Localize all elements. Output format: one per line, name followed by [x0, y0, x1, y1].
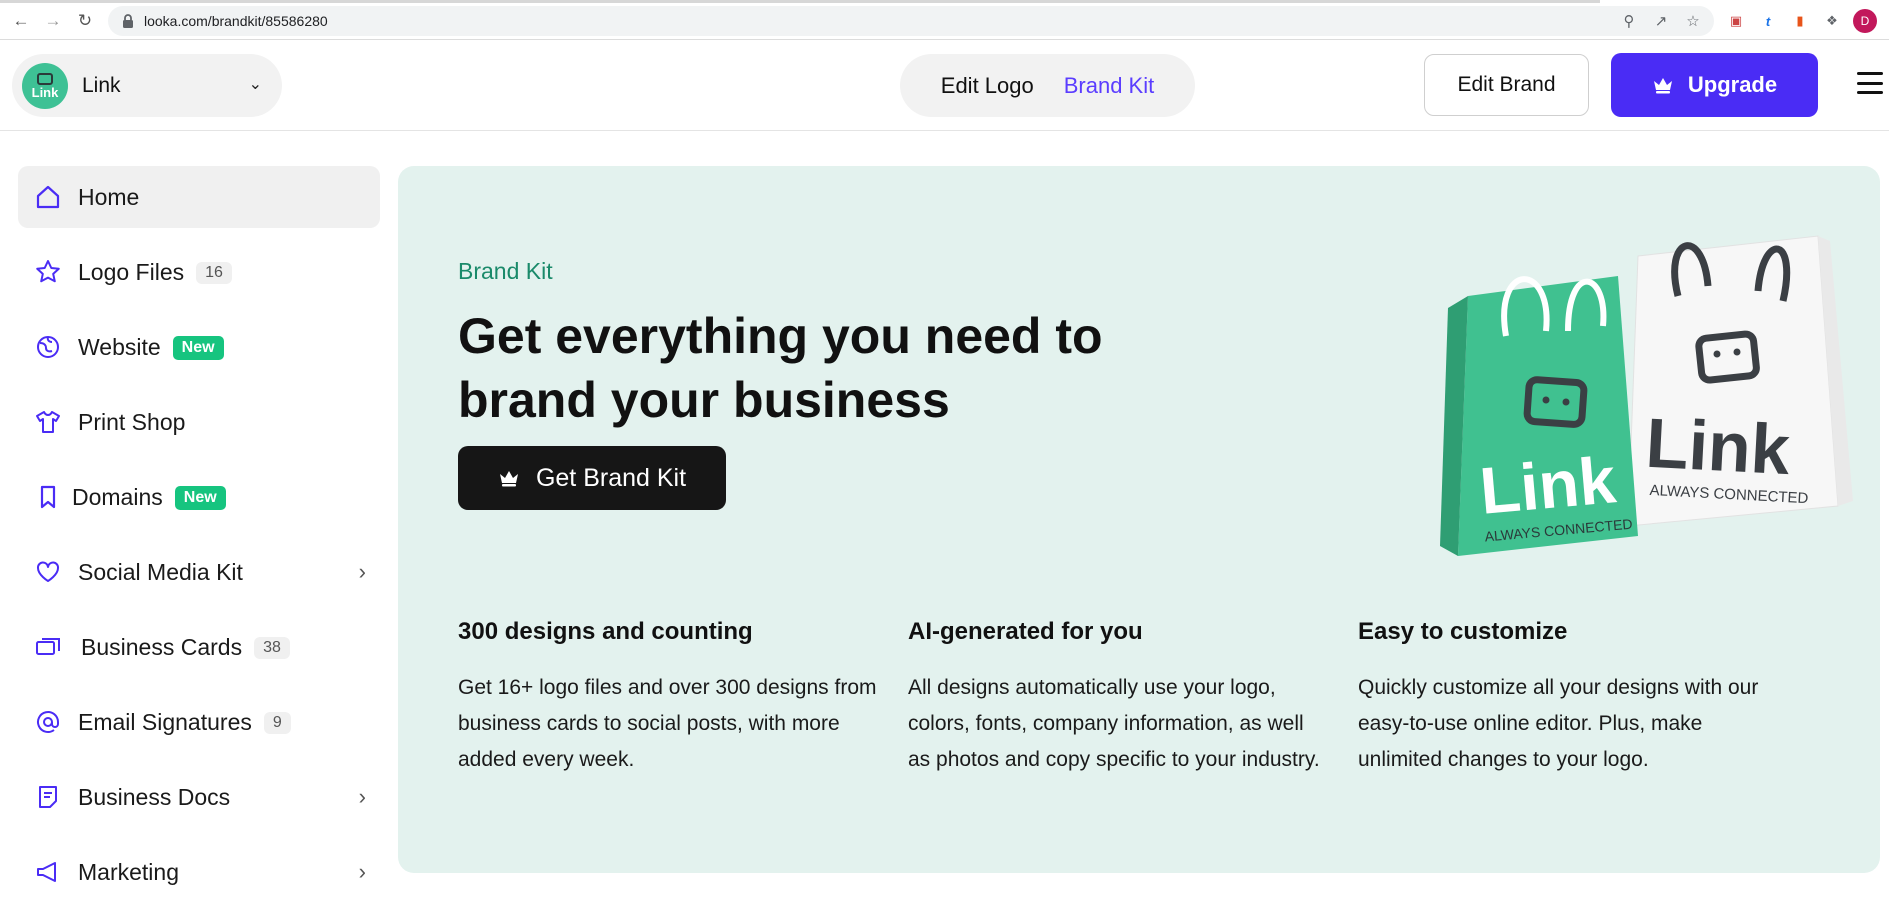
extension-t-icon[interactable]: t: [1757, 10, 1779, 32]
globe-icon: [37, 336, 59, 358]
sidebar-item-label: Website: [78, 333, 161, 360]
profile-avatar[interactable]: D: [1853, 9, 1877, 33]
chevron-right-icon[interactable]: ›: [359, 784, 366, 810]
sidebar-item-label: Email Signatures: [78, 708, 252, 735]
feature-title: 300 designs and counting: [458, 618, 753, 645]
sidebar-item-label: Business Docs: [78, 783, 231, 810]
hero-title-line: Get everything you need to: [458, 308, 1103, 364]
sidebar-item-business-docs[interactable]: Business Docs ›: [18, 766, 380, 828]
bag-green-brand-text: Link: [1477, 442, 1619, 528]
chat-bubble-icon: [37, 72, 53, 85]
sidebar-item-label: Social Media Kit: [78, 558, 243, 585]
brand-logo: Link: [22, 62, 68, 109]
home-icon: [36, 185, 60, 209]
bookmark-icon: [40, 485, 56, 509]
sidebar-item-social-media-kit[interactable]: Social Media Kit ›: [18, 541, 380, 603]
sidebar: Home Logo Files 16 Website New Print Shop …: [0, 132, 390, 885]
upgrade-label: Upgrade: [1687, 72, 1778, 97]
at-icon: [37, 711, 59, 733]
heart-icon: [37, 561, 59, 582]
page-load-bar: [0, 0, 1600, 3]
feature-title: Easy to customize: [1358, 618, 1568, 645]
edit-brand-button[interactable]: Edit Brand: [1424, 54, 1589, 116]
share-icon[interactable]: ↗: [1652, 12, 1670, 30]
tab-brand-kit[interactable]: Brand Kit: [1064, 73, 1155, 99]
sidebar-item-label: Domains: [72, 483, 163, 510]
forward-arrow-icon[interactable]: →: [42, 10, 64, 32]
back-arrow-icon[interactable]: ←: [10, 10, 32, 32]
feature-easy-customize: Easy to customize Quickly customize all …: [1358, 618, 1778, 778]
sidebar-item-email-signatures[interactable]: Email Signatures 9: [18, 691, 380, 753]
brand-name: Link: [82, 73, 121, 97]
extension-badge-icon[interactable]: ▮: [1789, 10, 1811, 32]
lock-icon: [123, 14, 133, 28]
chevron-right-icon[interactable]: ›: [359, 559, 366, 585]
bag-white-brand-text: Link: [1644, 404, 1792, 489]
new-badge: New: [172, 335, 224, 360]
tab-edit-logo[interactable]: Edit Logo: [941, 73, 1034, 99]
tshirt-icon: [36, 411, 60, 433]
star-icon: [36, 260, 60, 283]
sidebar-item-home[interactable]: Home: [18, 166, 380, 228]
sidebar-item-label: Print Shop: [78, 408, 186, 435]
browser-toolbar: ← → ↻ looka.com/brandkit/85586280 ⚲ ↗ ☆ …: [0, 0, 1889, 40]
sidebar-item-label: Home: [78, 183, 140, 210]
sidebar-item-logo-files[interactable]: Logo Files 16: [18, 241, 380, 303]
hero-title-line: brand your business: [458, 372, 950, 428]
get-brand-kit-button[interactable]: Get Brand Kit: [458, 446, 726, 510]
sidebar-item-label: Business Cards: [81, 633, 243, 660]
app-header: Link Link ⌄ Edit Logo Brand Kit Edit Bra…: [0, 40, 1889, 131]
brand-logo-text: Link: [31, 84, 59, 100]
feature-title: AI-generated for you: [908, 618, 1143, 645]
count-badge: 38: [254, 636, 290, 659]
count-badge: 9: [263, 711, 291, 734]
sidebar-item-marketing[interactable]: Marketing ›: [18, 841, 380, 903]
hero-title: Get everything you need to brand your bu…: [458, 304, 1218, 432]
address-bar[interactable]: looka.com/brandkit/85586280 ⚲ ↗ ☆: [108, 6, 1714, 36]
feature-body: All designs automatically use your logo,…: [908, 676, 1320, 771]
zoom-icon[interactable]: ⚲: [1620, 12, 1638, 30]
extensions-puzzle-icon[interactable]: ❖: [1821, 10, 1843, 32]
sidebar-item-domains[interactable]: Domains New: [18, 466, 380, 528]
header-tabs: Edit Logo Brand Kit: [900, 54, 1195, 117]
hero-kicker: Brand Kit: [458, 258, 553, 284]
count-badge: 16: [196, 261, 232, 284]
sidebar-item-business-cards[interactable]: Business Cards 38: [18, 616, 380, 678]
crown-icon: [499, 471, 518, 487]
sidebar-item-website[interactable]: Website New: [18, 316, 380, 378]
sidebar-item-label: Marketing: [78, 858, 179, 885]
url-text[interactable]: looka.com/brandkit/85586280: [144, 13, 328, 29]
chevron-right-icon[interactable]: ›: [359, 859, 366, 885]
document-icon: [39, 786, 57, 808]
shopping-bags-illustration: Link ALWAYS CONNECTED Link ALWAYS CONNEC…: [1440, 235, 1853, 556]
feature-body: Quickly customize all your designs with …: [1358, 676, 1759, 771]
brand-switcher[interactable]: Link Link ⌄: [12, 54, 282, 117]
extension-cast-icon[interactable]: ▣: [1725, 10, 1747, 32]
get-brand-kit-label: Get Brand Kit: [535, 463, 687, 492]
crown-icon: [1653, 78, 1672, 94]
feature-ai-generated: AI-generated for you All designs automat…: [908, 618, 1328, 778]
reload-icon[interactable]: ↻: [74, 10, 96, 32]
upgrade-button[interactable]: Upgrade: [1611, 53, 1818, 117]
bookmark-star-icon[interactable]: ☆: [1684, 12, 1702, 30]
new-badge: New: [174, 485, 226, 510]
sidebar-item-label: Logo Files: [78, 258, 185, 285]
chevron-down-icon[interactable]: ⌄: [249, 74, 262, 94]
feature-body: Get 16+ logo files and over 300 designs …: [458, 676, 877, 771]
cards-icon: [36, 638, 60, 655]
brand-kit-hero: Brand Kit Get everything you need to bra…: [398, 166, 1880, 873]
sidebar-item-print-shop[interactable]: Print Shop: [18, 391, 380, 453]
hamburger-menu-icon[interactable]: [1857, 72, 1883, 94]
feature-designs: 300 designs and counting Get 16+ logo fi…: [458, 618, 878, 778]
